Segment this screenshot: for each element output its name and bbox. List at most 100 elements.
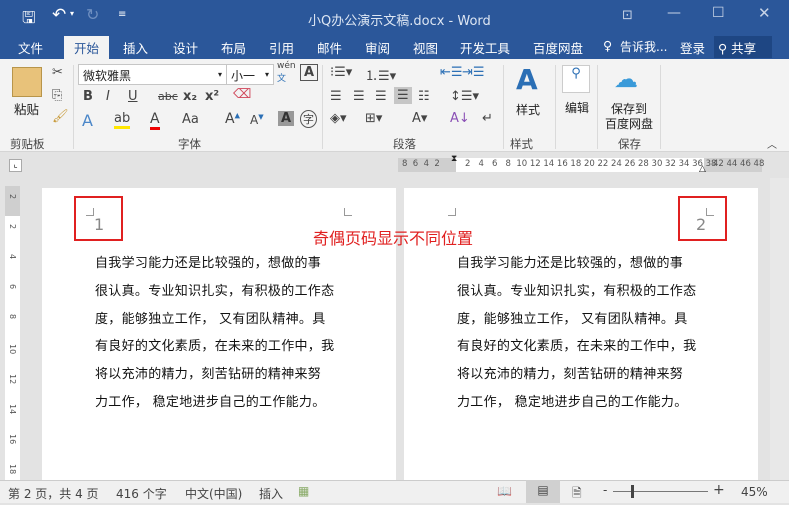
- paste-button[interactable]: 粘贴: [14, 99, 39, 118]
- distributed-icon[interactable]: ☷: [418, 89, 430, 104]
- justify-icon[interactable]: ☰: [394, 87, 412, 104]
- close-icon[interactable]: ✕: [758, 4, 771, 22]
- bullets-icon[interactable]: ⁝☰▾: [330, 65, 352, 80]
- page-number[interactable]: 1: [94, 215, 104, 234]
- vertical-scrollbar[interactable]: [770, 178, 789, 480]
- tab-selector-icon[interactable]: ⌞: [9, 159, 22, 172]
- word-count[interactable]: 416 个字: [116, 485, 167, 502]
- paragraph-line: 力工作， 稳定地进步自己的工作能力。: [95, 395, 326, 410]
- search-icon[interactable]: ⚲: [562, 65, 590, 93]
- zoom-slider[interactable]: [613, 491, 708, 492]
- editing-button[interactable]: 编辑: [565, 99, 589, 116]
- font-color-icon[interactable]: A: [150, 111, 160, 130]
- character-shading-icon[interactable]: A: [278, 111, 295, 126]
- horizontal-ruler[interactable]: ⌞ 8 6 4 2 2 4 6 8 10 12 14 16 18 20 22 2…: [0, 152, 789, 178]
- align-center-icon[interactable]: ☰: [353, 89, 365, 104]
- copy-icon[interactable]: ⎘: [52, 88, 62, 103]
- read-mode-icon[interactable]: 📖: [497, 484, 512, 498]
- language[interactable]: 中文(中国): [185, 485, 242, 502]
- save-to-baidu-button-line2[interactable]: 百度网盘: [605, 115, 653, 132]
- group-paragraph: 段落: [393, 137, 416, 151]
- increase-indent-icon[interactable]: ⇥☰: [462, 65, 485, 80]
- print-layout-icon[interactable]: ▤: [526, 480, 560, 503]
- baidu-cloud-icon[interactable]: ☁: [614, 65, 638, 93]
- show-marks-icon[interactable]: ↵: [482, 111, 493, 126]
- grow-font-icon[interactable]: A▲: [225, 111, 240, 127]
- highlight-icon[interactable]: ab: [114, 111, 131, 129]
- customize-toolbar-icon[interactable]: ≡: [118, 9, 126, 20]
- character-border-icon[interactable]: A: [300, 64, 319, 81]
- margin-mark: [344, 208, 352, 216]
- tab-view[interactable]: 视图: [413, 38, 438, 57]
- borders-icon[interactable]: ⊞▾: [365, 111, 382, 126]
- insert-mode[interactable]: 插入: [259, 485, 283, 502]
- align-left-icon[interactable]: ☰: [330, 89, 342, 104]
- person-icon: ⚲: [718, 41, 728, 56]
- cut-icon[interactable]: ✂: [52, 65, 63, 80]
- line-spacing-icon[interactable]: ↕☰▾: [450, 89, 479, 104]
- sort-icon[interactable]: A↓: [450, 111, 470, 126]
- share-button[interactable]: ⚲ 共享: [714, 36, 772, 58]
- numbering-icon[interactable]: ⒈☰▾: [365, 65, 396, 84]
- font-size-select[interactable]: 小一 ▾: [226, 64, 274, 85]
- tab-developer[interactable]: 开发工具: [460, 38, 510, 57]
- subscript-button[interactable]: x₂: [183, 89, 197, 104]
- format-painter-icon[interactable]: 🖌: [52, 109, 69, 124]
- italic-button[interactable]: I: [106, 89, 110, 104]
- tab-references[interactable]: 引用: [269, 38, 294, 57]
- tell-me-search[interactable]: 告诉我...: [620, 38, 667, 55]
- text-effects-icon[interactable]: A: [82, 111, 93, 130]
- font-size-value: 小一: [231, 69, 256, 83]
- shrink-font-icon[interactable]: A▼: [250, 113, 264, 127]
- bold-button[interactable]: B: [83, 89, 93, 104]
- web-layout-icon[interactable]: 🗎: [572, 484, 582, 505]
- align-right-icon[interactable]: ☰: [375, 89, 387, 104]
- login-link[interactable]: 登录: [680, 38, 705, 57]
- redo-icon[interactable]: ↻: [86, 5, 99, 24]
- divider: [555, 65, 556, 149]
- tab-insert[interactable]: 插入: [123, 38, 148, 57]
- asian-layout-icon[interactable]: A▾: [412, 111, 427, 126]
- minimize-icon[interactable]: —: [667, 5, 681, 21]
- ribbon: 粘贴 ✂ ⎘ 🖌 剪贴板 微软雅黑 ▾ 小一 ▾ wén 文 A B I U abc …: [0, 59, 789, 152]
- page-number[interactable]: 2: [696, 215, 706, 234]
- paragraph-line: 将以充沛的精力，刻苦钻研的精神来努: [457, 367, 684, 383]
- paste-icon[interactable]: [12, 67, 42, 97]
- strikethrough-button[interactable]: abc: [158, 90, 178, 103]
- zoom-level[interactable]: 45%: [741, 485, 768, 499]
- tab-home[interactable]: 开始: [64, 36, 110, 59]
- ribbon-display-icon[interactable]: ⊡: [622, 8, 633, 23]
- macro-icon[interactable]: ▦: [298, 484, 309, 498]
- styles-button[interactable]: 样式: [516, 101, 540, 118]
- tab-layout[interactable]: 布局: [221, 38, 246, 57]
- enclose-characters-icon[interactable]: 字: [300, 110, 317, 128]
- tab-baidu[interactable]: 百度网盘: [533, 38, 583, 57]
- tab-review[interactable]: 审阅: [365, 38, 390, 57]
- decrease-indent-icon[interactable]: ⇤☰: [440, 65, 463, 80]
- page-count[interactable]: 第 2 页，共 4 页: [8, 485, 99, 502]
- divider: [660, 65, 661, 149]
- styles-icon[interactable]: A: [516, 63, 538, 96]
- vertical-ruler[interactable]: 2 2 4 6 8 10 12 14 16 18: [5, 186, 20, 480]
- zoom-slider-thumb[interactable]: [631, 485, 635, 498]
- shading-icon[interactable]: ◈▾: [330, 111, 347, 126]
- ruler-ticks: 2 4 6 8 10 12 14 16 18 20 22 24 26 28 30…: [465, 159, 717, 169]
- right-indent-marker-icon[interactable]: △: [699, 164, 706, 174]
- tab-design[interactable]: 设计: [173, 38, 198, 57]
- clear-formatting-icon[interactable]: ⌫: [233, 87, 251, 102]
- phonetic-guide-icon[interactable]: wén 文: [277, 61, 296, 84]
- maximize-icon[interactable]: ☐: [712, 5, 725, 21]
- tab-mailings[interactable]: 邮件: [317, 38, 342, 57]
- zoom-out-button[interactable]: -: [603, 483, 607, 497]
- undo-dropdown-icon[interactable]: ▾: [70, 9, 74, 18]
- zoom-in-button[interactable]: +: [713, 482, 725, 498]
- indent-marker-icon[interactable]: ⧗: [451, 154, 457, 164]
- font-name-select[interactable]: 微软雅黑 ▾: [78, 64, 227, 85]
- tab-file[interactable]: 文件: [18, 38, 43, 57]
- change-case-button[interactable]: Aa: [182, 112, 199, 127]
- collapse-ribbon-icon[interactable]: ︿: [767, 136, 777, 151]
- save-icon[interactable]: 🖫: [22, 7, 36, 34]
- underline-button[interactable]: U: [128, 89, 138, 104]
- undo-icon[interactable]: ↶: [52, 5, 66, 25]
- superscript-button[interactable]: x²: [205, 89, 219, 104]
